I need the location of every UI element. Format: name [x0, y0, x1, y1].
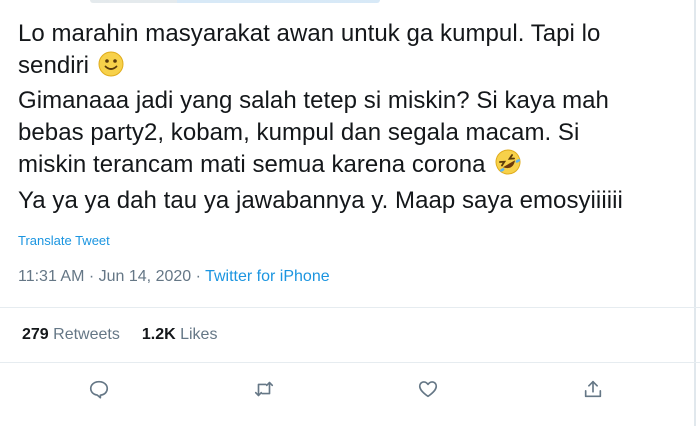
tweet-line: Ya ya ya dah tau ya jawabannya y. Maap s… [18, 186, 623, 214]
meta-separator: · [191, 268, 206, 285]
share-button[interactable] [580, 378, 606, 404]
divider [0, 362, 700, 363]
retweet-icon [253, 378, 275, 405]
meta-separator: · [84, 268, 99, 285]
tweet-line: Lo marahin masyarakat awan untuk ga kump… [18, 20, 601, 47]
divider [0, 307, 700, 308]
translate-tweet-link[interactable]: Translate Tweet [18, 233, 110, 248]
retweets-stat[interactable]: 279 Retweets [22, 326, 120, 343]
likes-count: 1.2K [141, 326, 176, 343]
likes-label: Likes [175, 326, 218, 343]
retweets-count: 279 [22, 326, 49, 343]
tweet-line: sendiri [18, 51, 90, 79]
tweet-line: Gimanaaa jadi yang salah tetep si miskin… [18, 87, 609, 114]
like-icon [417, 378, 439, 405]
tweet-meta: 11:31 AM · Jun 14, 2020 · Twitter for iP… [18, 268, 330, 286]
tweet-time[interactable]: 11:31 AM [18, 268, 84, 285]
share-icon [582, 378, 604, 405]
previous-tweet-remnant [0, 0, 700, 6]
tweet-actions [0, 372, 700, 412]
slightly-smiling-face-icon [98, 51, 124, 86]
tweet-line: bebas party2, kobam, kumpul dan segala m… [18, 118, 580, 146]
rolling-on-floor-laughing-icon [494, 148, 522, 185]
retweets-label: Retweets [48, 326, 120, 343]
retweet-button[interactable] [251, 378, 277, 404]
tweet-line: miskin terancam mati semua karena corona [18, 151, 486, 178]
reply-button[interactable] [86, 378, 112, 404]
tweet-text: Lo marahin masyarakat awan untuk ga kump… [18, 18, 688, 216]
tweet-date[interactable]: Jun 14, 2020 [99, 268, 192, 285]
reply-icon [88, 378, 110, 405]
likes-stat[interactable]: 1.2K Likes [142, 326, 218, 343]
faint-header-text [90, 0, 380, 3]
like-button[interactable] [415, 378, 441, 404]
tweet-source-link[interactable]: Twitter for iPhone [205, 268, 330, 285]
tweet-stats: 279 Retweets 1.2K Likes [22, 326, 217, 344]
